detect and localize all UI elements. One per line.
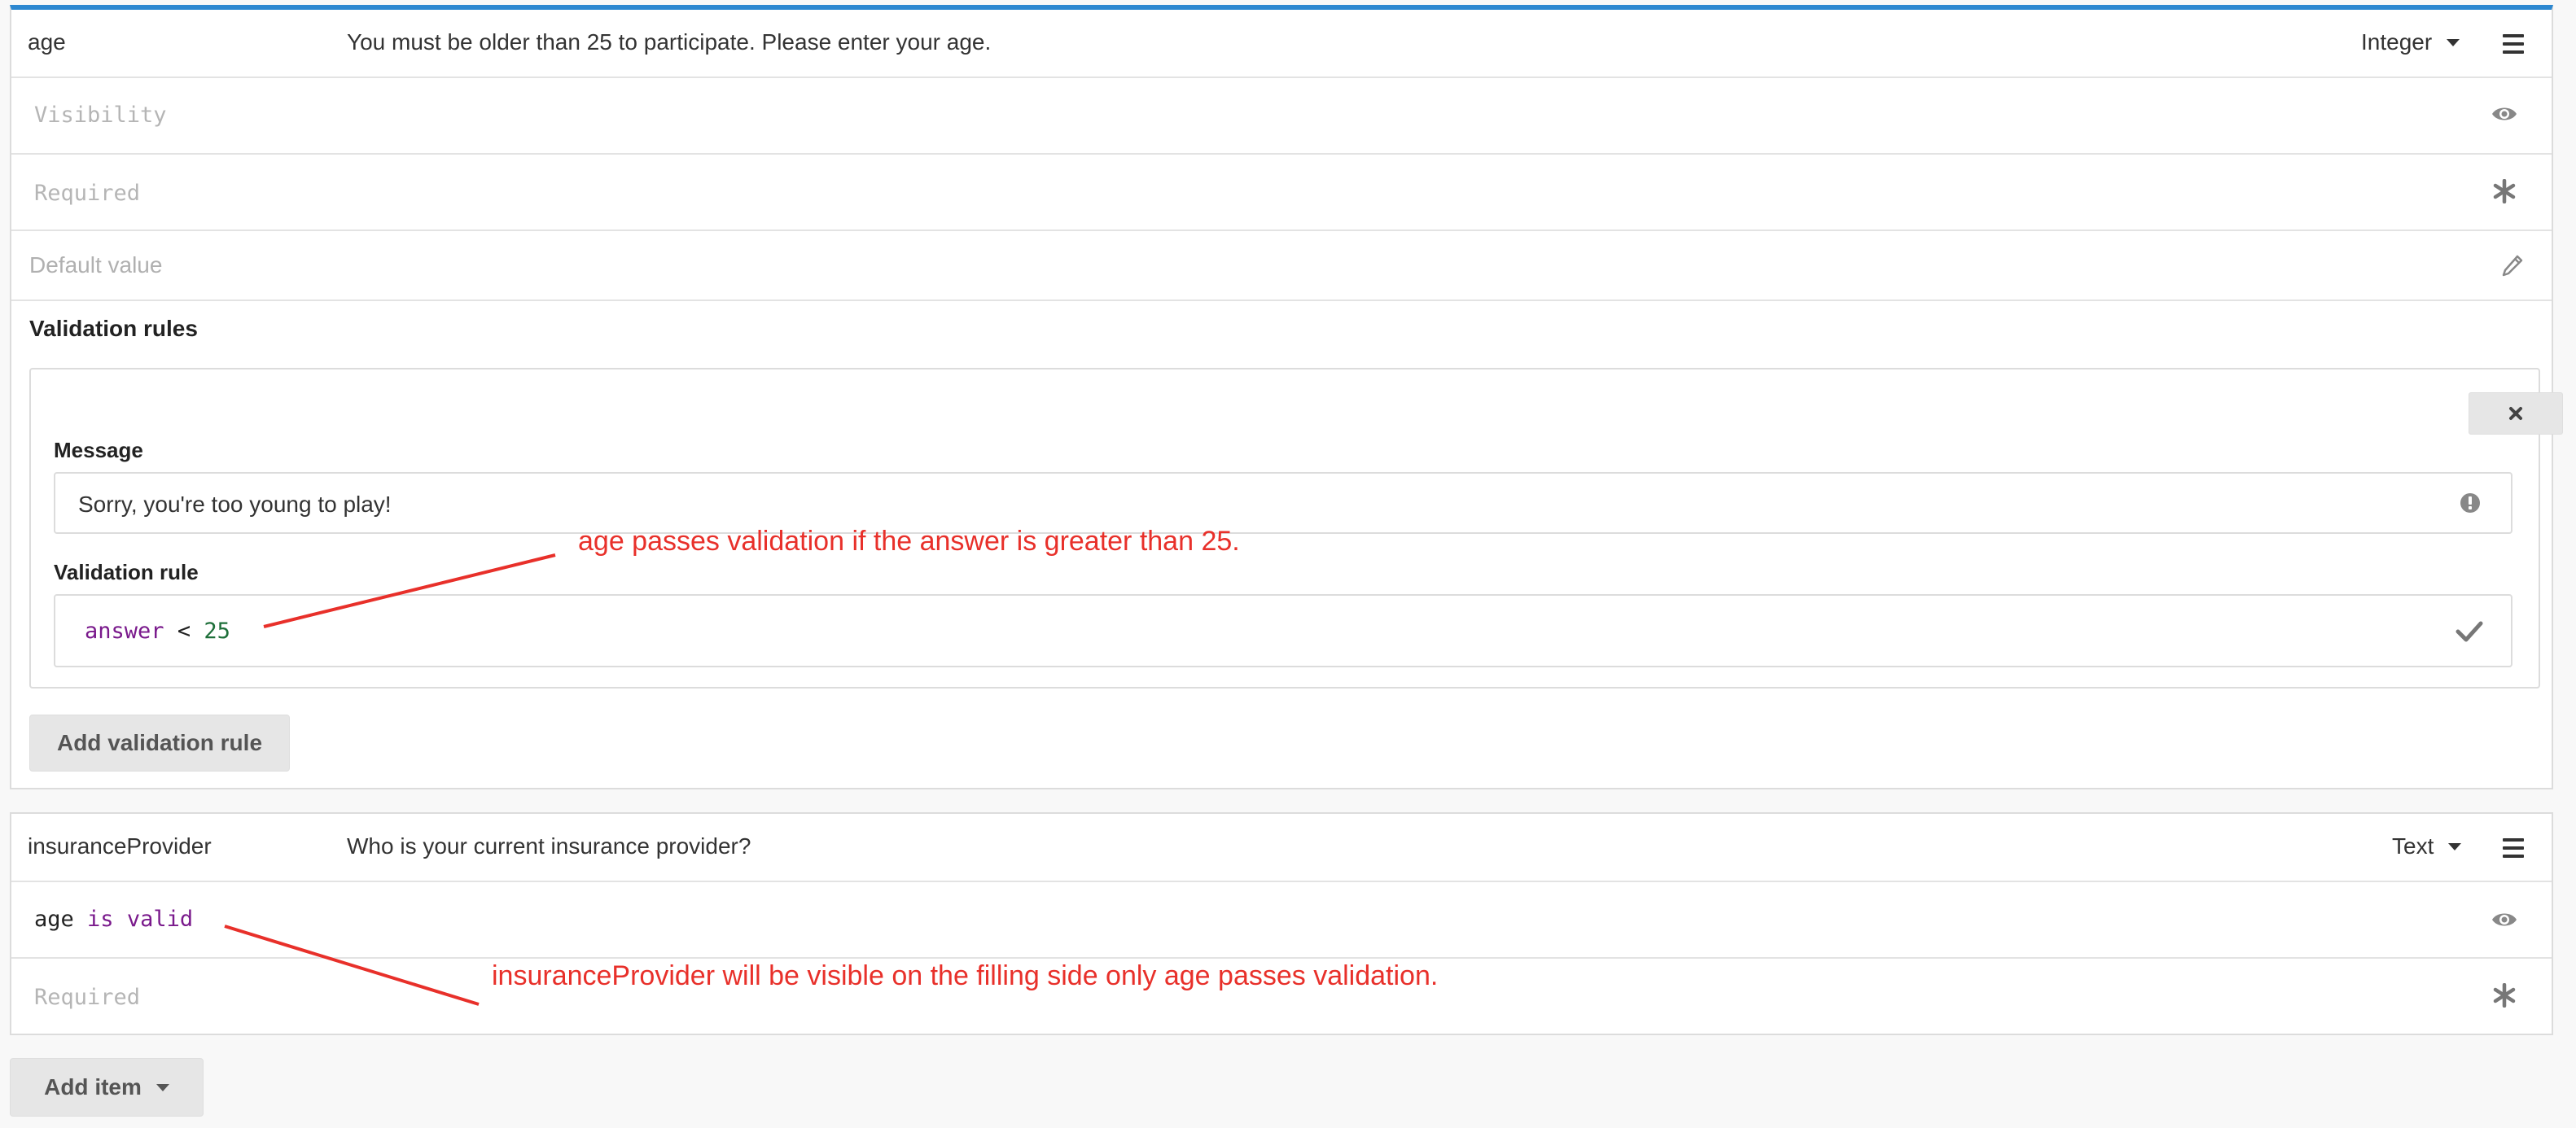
visibility-annotation-line	[224, 925, 480, 1006]
visibility-annotation: insuranceProvider will be visible on the…	[492, 960, 1439, 991]
validation-annotation: age passes validation if the answer is g…	[578, 526, 1240, 557]
validation-annotation-line	[263, 553, 556, 628]
annotation-arrows	[224, 553, 556, 1006]
